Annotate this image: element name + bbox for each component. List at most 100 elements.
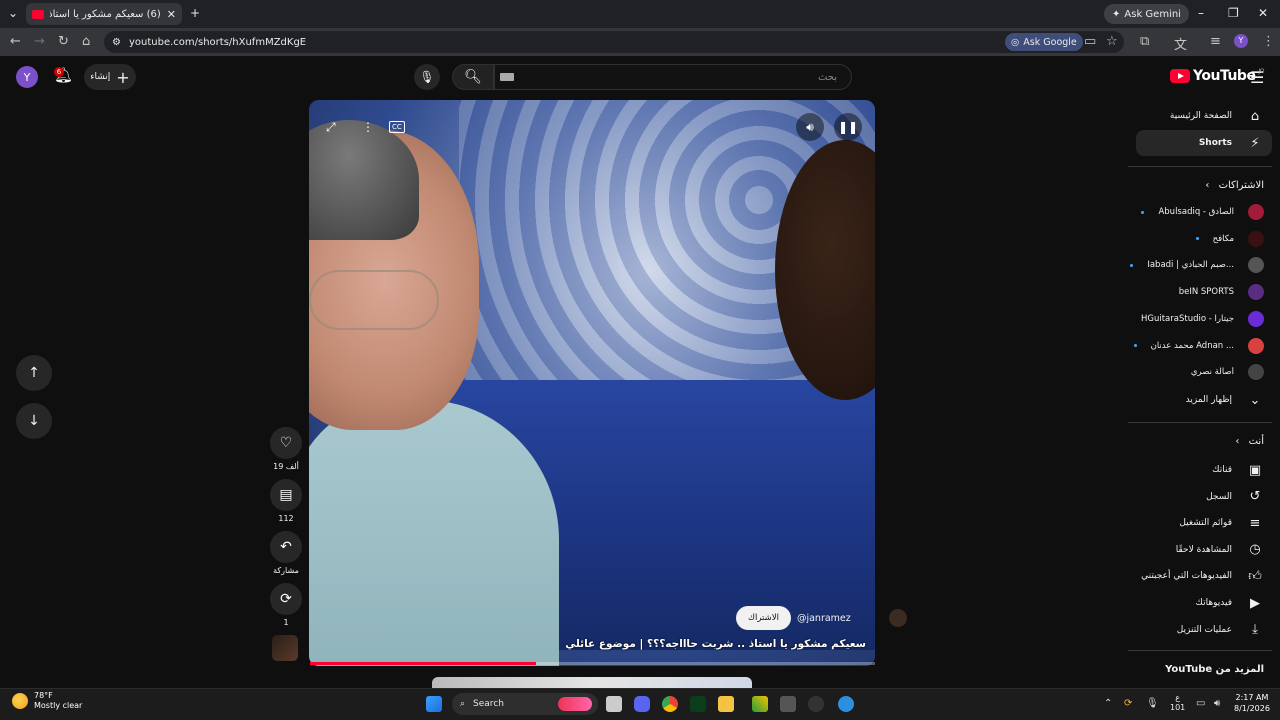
volume-icon[interactable]: 🔊︎ <box>796 113 824 141</box>
sidebar-item-you[interactable]: فيديوهاتك ▶ <box>1134 591 1264 615</box>
like-button[interactable]: ♡ <box>270 427 302 459</box>
taskbar-app-icon[interactable] <box>780 696 796 712</box>
browser-title-bar: ⌄ (6) سعيكم مشكور يا استاذ .. ✕ + ✦ Ask … <box>0 0 1280 28</box>
windows-start-icon[interactable] <box>426 696 442 712</box>
channel-avatar <box>1248 284 1264 301</box>
file-explorer-icon[interactable] <box>718 696 734 712</box>
remix-button[interactable]: ⟳ <box>270 583 302 615</box>
sidebar-channel-item[interactable]: Abulsadiq - الصادق <box>1124 202 1264 222</box>
new-tab-button[interactable]: + <box>190 6 200 20</box>
voice-search-button[interactable]: 🎙︎ <box>414 64 440 90</box>
pause-icon[interactable]: ❚❚ <box>834 113 862 141</box>
channel-avatar <box>1248 337 1264 354</box>
microphone-tray-icon[interactable]: 🎙︎ <box>1146 698 1159 709</box>
video-icon: ▶ <box>1250 595 1260 611</box>
sidebar-item-you[interactable]: المشاهدة لاحقًا ◷ <box>1134 538 1264 562</box>
profile-avatar[interactable]: Y <box>1234 34 1248 48</box>
discord-icon[interactable] <box>634 696 650 712</box>
download-icon: ⤓ <box>1252 622 1258 638</box>
sidebar-item-label: قناتك <box>1212 465 1232 475</box>
extensions-icon[interactable]: ⧉ <box>1140 34 1149 49</box>
next-short-button[interactable]: ↓ <box>16 403 52 439</box>
back-icon[interactable]: ← <box>10 34 21 49</box>
search-icon: 🔍︎ <box>464 69 482 85</box>
subscriptions-heading[interactable]: الاشتراكات › <box>1205 180 1264 191</box>
weather-widget[interactable]: 78°F Mostly clear <box>12 691 82 711</box>
video-progress-bar[interactable] <box>310 662 875 665</box>
sidebar-item-you[interactable]: السجل ↺ <box>1134 485 1264 509</box>
channel-handle[interactable]: @janramez <box>797 613 851 624</box>
sidebar-item-shorts[interactable]: Shorts ⚡ <box>1134 131 1264 155</box>
show-more-button[interactable]: إظهار المزيد ⌄ <box>1134 388 1264 412</box>
chrome-icon[interactable] <box>662 696 678 712</box>
sidebar-channel-item[interactable]: أصالة نصري <box>1124 362 1264 382</box>
captions-icon[interactable]: CC <box>389 121 405 133</box>
sidebar-shorts-label: Shorts <box>1198 138 1232 148</box>
show-hidden-icons[interactable]: ⌃ <box>1104 698 1112 709</box>
sidebar-channel-item[interactable]: HGuitaraStudio - جيتارا... <box>1124 309 1264 329</box>
subscribe-button[interactable]: الاشتراك <box>736 606 791 630</box>
task-view-icon[interactable] <box>606 696 622 712</box>
sidebar-channel-item[interactable]: beIN SPORTS <box>1124 282 1264 302</box>
sidebar-channel-item[interactable]: محمد عدنان Adnan ... <box>1124 336 1264 356</box>
ask-gemini-button[interactable]: ✦ Ask Gemini <box>1104 4 1189 24</box>
maximize-icon[interactable]: ❐ <box>1228 6 1239 20</box>
channel-avatar[interactable] <box>888 609 907 627</box>
fullscreen-icon[interactable]: ⤢ <box>326 120 336 135</box>
language-code: 101 <box>1170 703 1186 712</box>
comments-button[interactable]: ▤ <box>270 479 302 511</box>
share-button[interactable]: ↶ <box>270 531 302 563</box>
taskbar-search[interactable]: ⌕ Search <box>452 693 598 715</box>
search-icon: ⌕ <box>460 699 466 709</box>
minimize-icon[interactable]: – <box>1198 6 1204 20</box>
cast-icon[interactable]: ▭ <box>1084 34 1096 49</box>
sidebar-item-you[interactable]: عمليات التنزيل ⤓ <box>1134 618 1264 642</box>
sidebar-channel-item[interactable]: Iabadi | صبم الحبادي... <box>1124 255 1264 275</box>
account-avatar[interactable]: Y <box>16 66 38 88</box>
translate-icon[interactable]: 文 <box>1174 34 1187 53</box>
speaker-icon[interactable]: 🔊︎ <box>1214 698 1220 709</box>
taskbar-clock[interactable]: 2:17 AM 8/1/2026 <box>1234 692 1270 714</box>
channel-name: محمد عدنان Adnan ... <box>1150 340 1234 351</box>
taskbar-app-icon[interactable] <box>838 696 854 712</box>
ask-google-button[interactable]: ◎ Ask Google <box>1005 33 1083 51</box>
channel-avatar <box>1248 257 1264 274</box>
sidebar-item-home[interactable]: الصفحة الرئيسية ⌂ <box>1134 104 1264 128</box>
forward-icon[interactable]: → <box>34 34 45 49</box>
more-options-icon[interactable]: ⋮ <box>362 120 374 134</box>
you-heading[interactable]: أنت › <box>1235 436 1264 447</box>
bookmark-star-icon[interactable]: ☆ <box>1106 34 1118 49</box>
terminal-app-icon[interactable] <box>690 696 706 712</box>
keyboard-icon[interactable] <box>500 73 514 81</box>
search-button[interactable]: 🔍︎ <box>452 64 494 90</box>
language-indicator[interactable]: ع 101 <box>1170 693 1185 713</box>
home-icon[interactable]: ⌂ <box>82 34 90 49</box>
sidebar-channel-item[interactable]: مكافح <box>1124 229 1264 249</box>
shorts-video-player[interactable] <box>309 100 875 666</box>
site-info-icon[interactable]: ⚙ <box>112 37 121 48</box>
sidebar-item-label: قوائم التشغيل <box>1179 518 1232 529</box>
sidebar-divider <box>1128 166 1272 167</box>
reading-list-icon[interactable]: ≡ <box>1210 34 1221 49</box>
reload-icon[interactable]: ↻ <box>58 34 69 49</box>
previous-short-button[interactable]: ↑ <box>16 355 52 391</box>
omnibox[interactable]: ⚙ youtube.com/shorts/hXufmMZdKgE <box>104 31 1124 53</box>
tab-list-icon[interactable]: ⌄ <box>8 6 18 20</box>
tray-app-icon[interactable]: ⟳ <box>1124 698 1132 709</box>
network-icon[interactable]: ▭ <box>1196 698 1205 709</box>
sidebar-item-you[interactable]: قناتك ▣ <box>1134 458 1264 482</box>
taskbar-app-icon[interactable] <box>752 696 768 712</box>
home-icon: ⌂ <box>1250 108 1260 124</box>
tab-close-icon[interactable]: ✕ <box>167 8 176 21</box>
taskbar-app-icon[interactable] <box>808 696 824 712</box>
browser-tab[interactable]: (6) سعيكم مشكور يا استاذ .. ✕ <box>26 3 182 25</box>
sound-thumbnail[interactable] <box>272 635 298 661</box>
sidebar-item-you[interactable]: قوائم التشغيل ≡ <box>1134 511 1264 535</box>
video-title[interactable]: سعيكم مشكور يا استاذ .. شربت حاااجه؟؟؟ |… <box>560 638 866 650</box>
create-button[interactable]: إنشاء + <box>84 64 136 90</box>
browser-menu-icon[interactable]: ⋮ <box>1262 34 1275 49</box>
youtube-logo[interactable]: YouTube JO <box>1170 68 1264 84</box>
sidebar-item-you[interactable]: الفيديوهات التي أعجبتني 👍︎ <box>1134 564 1264 588</box>
search-input[interactable]: بحث <box>494 64 852 90</box>
window-close-icon[interactable]: ✕ <box>1258 6 1268 20</box>
